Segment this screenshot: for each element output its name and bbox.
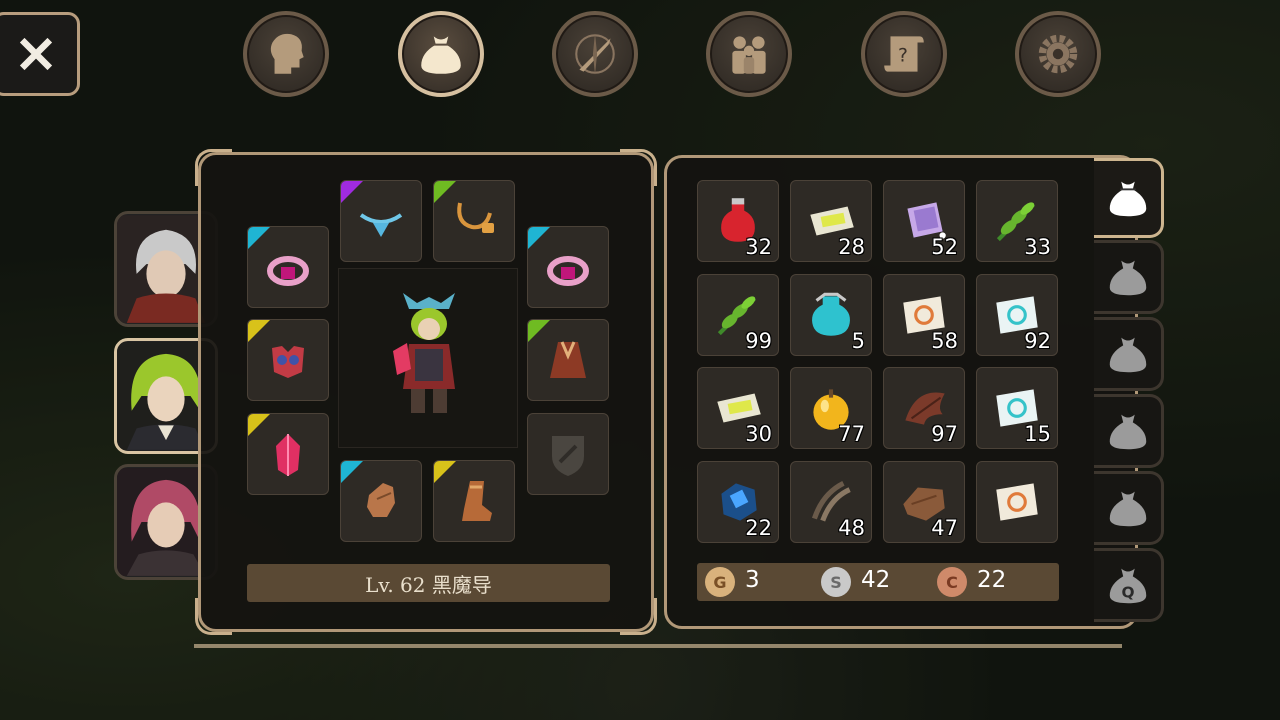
inventory-slot[interactable]: 33 [976, 180, 1058, 262]
inventory-slot[interactable]: 15 [976, 367, 1058, 449]
equip-slot-ring-right[interactable] [527, 226, 609, 308]
svg-text:Q: Q [1121, 583, 1134, 601]
item-quantity: 28 [838, 235, 865, 259]
svg-text:?: ? [898, 45, 908, 66]
equip-slot-boots[interactable] [433, 460, 515, 542]
bag-icon [1109, 260, 1146, 296]
character-preview [338, 268, 518, 448]
item-quantity: 30 [745, 422, 772, 446]
close-icon [19, 37, 53, 71]
bag-icon [1109, 491, 1146, 527]
bag-tab-4[interactable] [1094, 394, 1164, 468]
equip-slot-shield-empty[interactable] [527, 413, 609, 495]
inventory-slot[interactable]: 30 [697, 367, 779, 449]
tab-quests[interactable]: ? [861, 11, 947, 97]
item-quantity: 5 [851, 328, 865, 353]
tab-party[interactable] [706, 11, 792, 97]
item-quantity: 47 [931, 515, 958, 540]
copper-coin-icon: C [937, 567, 967, 597]
bag-icon [1109, 181, 1146, 217]
head-icon [270, 33, 304, 74]
item-quantity: 52 [931, 235, 958, 259]
bag-tab-2[interactable] [1094, 240, 1164, 314]
bag-icon [421, 36, 461, 74]
tab-skills[interactable] [552, 11, 638, 97]
item-quantity: 33 [1024, 235, 1051, 259]
currency-bar: G 3 S 42 C 22 [697, 563, 1059, 601]
tab-inventory[interactable] [398, 11, 484, 97]
inventory-slot[interactable]: 99 [697, 273, 779, 356]
gold-amount: 3 [745, 567, 760, 593]
inventory-slot[interactable]: 32 [697, 180, 779, 262]
item-quantity: 32 [745, 235, 772, 259]
item-quantity: 48 [838, 515, 865, 540]
equip-slot-weapon[interactable] [247, 413, 329, 495]
gold-coin-icon: G [705, 567, 735, 597]
inventory-slot[interactable]: 47 [883, 460, 965, 543]
equip-slot-cloak[interactable] [527, 319, 609, 401]
quest-scroll-icon: ? [884, 36, 924, 72]
bag-tab-1[interactable] [1094, 158, 1164, 238]
inventory-slot[interactable]: 48 [790, 460, 872, 543]
tab-settings[interactable] [1015, 11, 1101, 97]
compass-sword-icon [575, 33, 615, 75]
bag-tab-quest[interactable]: Q [1094, 548, 1164, 622]
character-sprite [393, 293, 455, 413]
silver-amount: 42 [861, 567, 891, 593]
character-level-bar: Lv. 62 黑魔导 [247, 564, 610, 602]
equip-slot-armor[interactable] [247, 319, 329, 401]
item-quantity: 92 [1024, 328, 1051, 353]
silver-coin-icon: S [821, 567, 851, 597]
equip-slot-necklace[interactable] [433, 180, 515, 262]
bag-tab-3[interactable] [1094, 317, 1164, 391]
bottom-divider [194, 644, 1122, 648]
item-quantity: 58 [931, 328, 958, 353]
inventory-slot[interactable]: 58 [883, 273, 965, 356]
inventory-slot[interactable] [976, 460, 1058, 543]
inventory-slot[interactable]: 92 [976, 273, 1058, 356]
inventory-slot[interactable]: 97 [883, 367, 965, 449]
inventory-slot[interactable]: 5 [790, 273, 872, 356]
orange-map-icon [996, 482, 1038, 521]
item-quantity: 22 [745, 515, 772, 540]
equip-slot-gloves[interactable] [340, 460, 422, 542]
inventory-slot[interactable]: 77 [790, 367, 872, 449]
inventory-slot[interactable]: 22 [697, 460, 779, 543]
people-icon [732, 36, 766, 74]
tab-character[interactable] [243, 11, 329, 97]
item-quantity: 99 [745, 328, 772, 353]
close-button[interactable] [0, 12, 80, 96]
inventory-slot[interactable]: 28 [790, 180, 872, 262]
inventory-slot[interactable]: 52 [883, 180, 965, 262]
bag-tab-5[interactable] [1094, 471, 1164, 545]
bag-icon [1109, 337, 1146, 373]
equip-slot-head[interactable] [340, 180, 422, 262]
copper-amount: 22 [977, 567, 1007, 593]
item-quantity: 15 [1024, 422, 1051, 446]
quest-bag-icon: Q [1109, 568, 1146, 604]
item-quantity: 77 [838, 422, 865, 446]
shield-icon [552, 436, 584, 476]
gear-icon [1038, 34, 1078, 74]
equip-slot-ring-left[interactable] [247, 226, 329, 308]
bag-icon [1109, 414, 1146, 450]
item-quantity: 97 [931, 422, 958, 446]
